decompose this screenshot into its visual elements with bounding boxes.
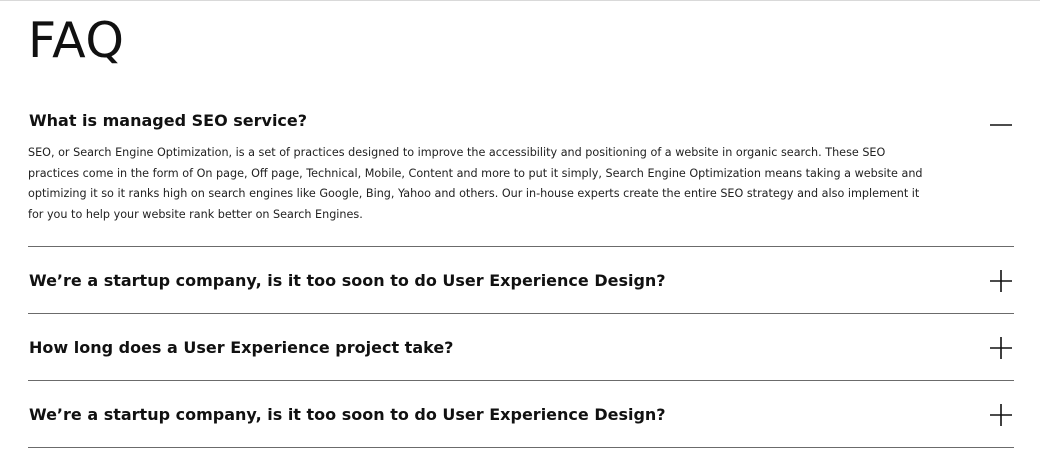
faq-item-managed-seo: What is managed SEO service? SEO, or Sea… [28,97,1014,247]
faq-question[interactable]: We’re a startup company, is it too soon … [29,271,666,290]
plus-icon[interactable] [990,337,1012,359]
faq-list: What is managed SEO service? SEO, or Sea… [28,97,1014,448]
faq-question[interactable]: What is managed SEO service? [29,111,307,130]
faq-question[interactable]: We’re a startup company, is it too soon … [29,405,666,424]
faq-question[interactable]: How long does a User Experience project … [29,338,453,357]
faq-item-startup-ux-2: We’re a startup company, is it too soon … [28,381,1014,448]
plus-icon[interactable] [990,270,1012,292]
minus-icon[interactable] [990,113,1012,135]
faq-item-startup-ux: We’re a startup company, is it too soon … [28,247,1014,314]
plus-icon[interactable] [990,404,1012,426]
page-title: FAQ [28,12,125,69]
faq-answer: SEO, or Search Engine Optimization, is a… [28,146,923,221]
faq-item-ux-duration: How long does a User Experience project … [28,314,1014,381]
